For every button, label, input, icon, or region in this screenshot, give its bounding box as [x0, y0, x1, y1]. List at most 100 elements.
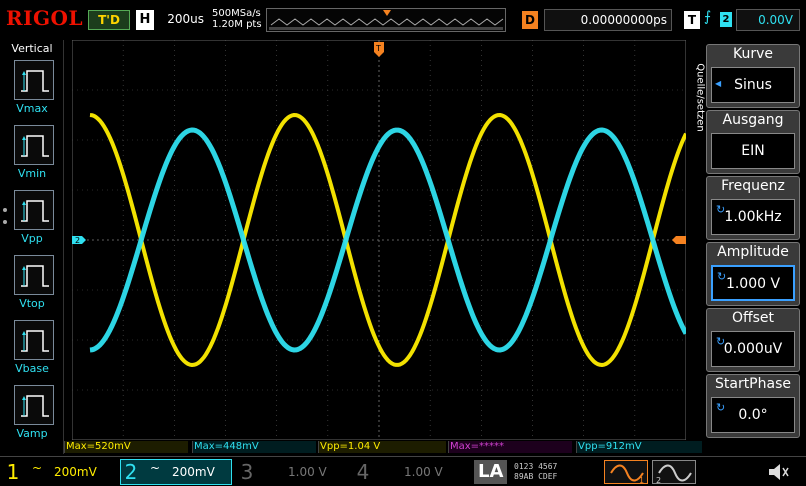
measure-vtop-button[interactable] [14, 255, 54, 295]
channel-number: 2 [124, 460, 138, 484]
menu-card-amplitude[interactable]: Amplitude ↻ 1.000 V [706, 242, 800, 306]
channel-1-button[interactable]: 1 ~200mV [4, 459, 116, 485]
channel-number: 4 [356, 460, 370, 484]
menu-tab[interactable]: Quelle/setzen [694, 44, 706, 154]
ac-coupling-icon: ~ [150, 461, 161, 475]
menu-card-frequenz[interactable]: Frequenz ↻ 1.00kHz [706, 176, 800, 240]
la-row-1: 0123 4567 [514, 462, 558, 471]
trigger-badge[interactable]: T [684, 11, 700, 29]
measurement-readout: Max=520mV [64, 441, 188, 453]
la-label: LA [474, 460, 508, 484]
memory-depth: 1.20M pts [212, 19, 262, 30]
menu-card-label: Ausgang [722, 112, 784, 128]
trigger-source-badge[interactable]: 2 [720, 12, 732, 27]
menu-card-ausgang[interactable]: Ausgang EIN [706, 110, 800, 174]
memory-position-bar[interactable] [266, 8, 506, 32]
timebase-badge[interactable]: H [136, 10, 154, 30]
menu-card-value-text: 1.000 V [725, 276, 781, 292]
generator-2-button[interactable]: 2 [652, 460, 696, 485]
ac-coupling-icon: ~ [32, 461, 43, 475]
channel-scale: 200mV [54, 465, 97, 479]
waveform-svg: 2T [72, 40, 686, 440]
knob-rotate-icon: ↻ [716, 401, 726, 414]
waveform-display[interactable]: 2T [72, 40, 686, 440]
vbase-icon [21, 330, 49, 352]
run-status-badge[interactable]: T'D [88, 10, 130, 30]
channel-number: 1 [6, 460, 20, 484]
brand-logo: RIGOL [6, 6, 84, 30]
channel-bar: 1 ~200mV 2 ~200mV 3 1.00 V 4 1.00 V LA 0123 456… [0, 456, 806, 486]
svg-text:T: T [375, 44, 381, 53]
source-settings-menu: Quelle/setzen Kurve ◀ Sinus Ausgang EIN Frequ… [694, 40, 806, 454]
menu-card-value[interactable]: ↻ 0.000uV [711, 331, 795, 367]
svg-text:2: 2 [75, 236, 80, 245]
channel-2-button[interactable]: 2 ~200mV [122, 459, 234, 485]
menu-card-value-text: 0.0° [738, 407, 768, 423]
la-row-2: 89AB CDEF [514, 472, 558, 481]
la-channels: 0123 4567 89AB CDEF [514, 462, 557, 482]
logic-analyzer-button[interactable]: LA 0123 4567 89AB CDEF [470, 460, 600, 484]
measure-vmax-button[interactable] [14, 60, 54, 100]
knob-rotate-icon: ↻ [716, 335, 726, 348]
sine-wave-icon: 1 [610, 464, 644, 485]
vmax-icon [21, 70, 49, 92]
menu-card-value[interactable]: ↻ 0.0° [711, 397, 795, 433]
measure-label: Vpp [21, 232, 43, 245]
measure-label: Vmax [16, 102, 48, 115]
vmin-icon [21, 135, 49, 157]
channel-4-button[interactable]: 4 1.00 V [354, 459, 466, 485]
knob-rotate-icon: ↻ [716, 203, 726, 216]
memory-waveform-icon [269, 10, 504, 30]
menu-card-value-text: 1.00kHz [724, 209, 782, 225]
measure-label: Vmin [17, 167, 47, 180]
menu-card-value[interactable]: ◀ Sinus [711, 67, 795, 103]
top-status-bar: RIGOL T'D H 200us 500MSa/s 1.20M pts D 0… [0, 0, 806, 40]
delay-badge[interactable]: D [522, 11, 538, 29]
menu-tab-title: Quelle/setzen [694, 63, 706, 132]
measure-label: Vamp [16, 427, 48, 440]
menu-card-value-text: 0.000uV [723, 341, 783, 357]
menu-card-offset[interactable]: Offset ↻ 0.000uV [706, 308, 800, 372]
menu-card-label: Frequenz [721, 178, 785, 194]
measure-label: Vbase [15, 362, 49, 375]
menu-card-startphase[interactable]: StartPhase ↻ 0.0° [706, 374, 800, 438]
trigger-level-value[interactable]: 0.00V [736, 9, 800, 31]
measure-vbase-button[interactable] [14, 320, 54, 360]
knob-rotate-icon: ↻ [717, 270, 727, 283]
menu-card-label: Offset [731, 310, 775, 326]
menu-card-value[interactable]: EIN [711, 133, 795, 169]
menu-card-value-text: Sinus [734, 77, 772, 93]
generator-2-number: 2 [656, 476, 661, 485]
vertical-measure-menu: Vertical Vmax Vmin Vpp Vtop Vbase Vamp [0, 40, 64, 454]
menu-card-value[interactable]: ↻ 1.00kHz [711, 199, 795, 235]
menu-card-label: Kurve [732, 46, 773, 62]
measure-vpp-button[interactable] [14, 190, 54, 230]
menu-card-value[interactable]: ↻ 1.000 V [711, 265, 795, 301]
measure-label: Vtop [19, 297, 45, 310]
speaker-icon[interactable] [766, 461, 790, 486]
generator-1-number: 1 [639, 476, 644, 485]
timebase-value[interactable]: 200us [158, 12, 204, 26]
vpp-icon [21, 200, 49, 222]
channel-3-button[interactable]: 3 1.00 V [238, 459, 350, 485]
measure-vamp-button[interactable] [14, 385, 54, 425]
menu-card-label: StartPhase [714, 376, 791, 392]
delay-value[interactable]: 0.00000000ps [544, 9, 672, 31]
channel-number: 3 [240, 460, 254, 484]
channel-scale: 200mV [172, 465, 215, 479]
sine-wave-icon: 2 [656, 464, 692, 485]
measurement-readout: Vpp=1.04 V [318, 441, 446, 453]
generator-1-button[interactable]: 1 [604, 460, 648, 485]
trigger-position-icon [383, 10, 391, 16]
rising-edge-icon: ⨍ [704, 9, 712, 25]
measurement-readout: Vpp=912mV [576, 441, 702, 453]
measurement-readout: Max=448mV [192, 441, 316, 453]
channel-scale: 1.00 V [288, 465, 327, 479]
vamp-icon [21, 395, 49, 417]
measurement-strip: Max=520mV Max=448mV Vpp=1.04 V Max=***** Vpp… [64, 440, 704, 454]
menu-card-kurve[interactable]: Kurve ◀ Sinus [706, 44, 800, 108]
vtop-icon [21, 265, 49, 287]
measure-vmin-button[interactable] [14, 125, 54, 165]
measurement-readout: Max=***** [448, 441, 572, 453]
menu-card-label: Amplitude [717, 244, 789, 260]
